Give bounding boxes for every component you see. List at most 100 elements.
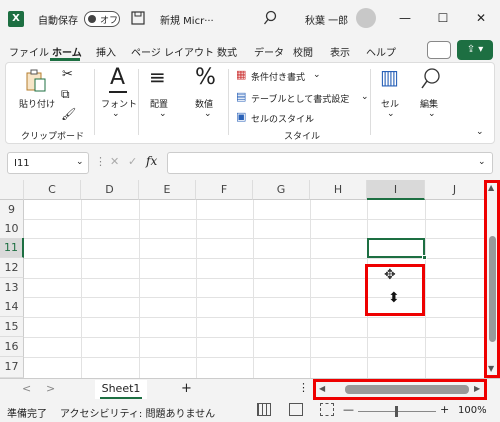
tab-formulas[interactable]: 数式 xyxy=(217,44,237,59)
conditional-format-icon[interactable]: ▦ xyxy=(236,68,246,81)
search-edit-icon[interactable] xyxy=(420,67,442,91)
row-header[interactable]: 17 xyxy=(0,357,24,378)
minimize-button[interactable]: — xyxy=(394,8,416,28)
clipboard-group-label: クリップボード xyxy=(21,132,85,142)
fill-handle-icon: ⬍ xyxy=(388,290,400,306)
close-button[interactable]: ✕ xyxy=(470,8,492,28)
tab-page-layout[interactable]: ページ レイアウト xyxy=(131,44,214,59)
font-icon[interactable]: A xyxy=(110,65,125,90)
add-sheet-button[interactable]: + xyxy=(181,381,192,396)
excel-icon: X xyxy=(8,11,24,27)
name-box[interactable]: I11 ⌄ xyxy=(7,152,89,174)
cut-icon[interactable]: ✂ xyxy=(62,67,73,82)
name-box-value: I11 xyxy=(14,158,30,169)
row-header[interactable]: 12 xyxy=(0,258,24,278)
autosave-toggle[interactable]: オフ xyxy=(84,11,120,27)
row-header[interactable]: 10 xyxy=(0,219,24,239)
chevron-down-icon[interactable]: ⌄ xyxy=(76,157,84,167)
zoom-in-button[interactable]: + xyxy=(440,403,449,416)
gridline xyxy=(24,357,485,358)
collapse-ribbon-icon[interactable]: ⌄ xyxy=(476,127,484,137)
font-color-bar xyxy=(109,91,127,93)
active-sheet-indicator xyxy=(100,397,142,399)
tab-review[interactable]: 校閲 xyxy=(293,44,313,59)
column-header[interactable]: C xyxy=(24,180,81,200)
tab-view[interactable]: 表示 xyxy=(330,44,350,59)
font-chevron-icon[interactable]: ⌄ xyxy=(112,109,120,119)
select-all-corner[interactable] xyxy=(0,180,24,200)
alignment-chevron-icon[interactable]: ⌄ xyxy=(159,109,167,119)
selected-cell[interactable] xyxy=(367,238,425,258)
chevron-down-icon[interactable]: ⌄ xyxy=(305,112,313,122)
edit-chevron-icon[interactable]: ⌄ xyxy=(428,109,436,119)
zoom-level[interactable]: 100% xyxy=(458,405,487,416)
normal-view-icon[interactable] xyxy=(257,403,271,416)
prev-sheet-button[interactable]: < xyxy=(22,382,31,395)
column-header-selected[interactable]: I xyxy=(367,180,425,200)
tab-data[interactable]: データ xyxy=(254,44,284,59)
status-ready: 準備完了 xyxy=(7,409,47,420)
tab-file[interactable]: ファイル xyxy=(9,44,49,59)
paste-icon[interactable] xyxy=(25,69,47,93)
cell-style-icon[interactable]: ▣ xyxy=(236,110,246,123)
avatar[interactable] xyxy=(356,8,376,28)
zoom-out-button[interactable]: — xyxy=(343,403,354,416)
user-name[interactable]: 秋葉 一郎 xyxy=(305,12,348,27)
gridline xyxy=(310,200,311,378)
share-icon[interactable]: ⇪ ▾ xyxy=(457,40,493,60)
conditional-format-button[interactable]: 条件付き書式 xyxy=(251,70,305,83)
column-header[interactable]: J xyxy=(425,180,485,200)
accessibility-status[interactable]: アクセシビリティ: 問題ありません xyxy=(60,405,215,420)
chevron-down-icon[interactable]: ⌄ xyxy=(313,70,321,80)
chevron-down-icon[interactable]: ⌄ xyxy=(361,92,369,102)
number-chevron-icon[interactable]: ⌄ xyxy=(204,109,212,119)
save-icon[interactable] xyxy=(131,11,145,25)
column-header[interactable]: E xyxy=(139,180,196,200)
copy-icon[interactable]: ⧉ xyxy=(61,87,70,102)
more-icon: ⋮ xyxy=(95,155,106,168)
separator xyxy=(138,69,139,135)
cells-icon[interactable]: ▥ xyxy=(380,65,399,89)
column-header[interactable]: G xyxy=(253,180,310,200)
row-header[interactable]: 14 xyxy=(0,297,24,317)
row-header[interactable]: 15 xyxy=(0,317,24,337)
column-header[interactable]: D xyxy=(81,180,139,200)
document-title[interactable]: 新規 Micr··· xyxy=(160,12,214,27)
page-layout-view-icon[interactable] xyxy=(289,403,303,416)
column-header[interactable]: H xyxy=(310,180,367,200)
formula-input[interactable]: ⌄ xyxy=(167,152,493,174)
row-header[interactable]: 9 xyxy=(0,200,24,220)
gridline xyxy=(139,200,140,378)
row-header[interactable]: 13 xyxy=(0,278,24,298)
row-header-selected[interactable]: 11 xyxy=(0,238,24,258)
fill-handle[interactable] xyxy=(422,255,427,260)
zoom-slider-thumb[interactable] xyxy=(395,406,398,417)
worksheet-grid[interactable]: C D E F G H I J 9 10 11 12 13 14 15 16 1… xyxy=(0,180,500,378)
alignment-icon[interactable]: ≡ xyxy=(149,65,166,89)
styles-group-label: スタイル xyxy=(284,132,321,142)
tab-help[interactable]: ヘルプ xyxy=(366,44,396,59)
format-painter-icon[interactable]: 🖌 xyxy=(61,107,76,121)
percent-icon[interactable]: % xyxy=(195,65,216,90)
row-header[interactable]: 16 xyxy=(0,337,24,357)
fx-icon[interactable]: fx xyxy=(146,154,157,168)
active-tab-indicator xyxy=(50,58,80,61)
tab-insert[interactable]: 挿入 xyxy=(96,44,116,59)
expand-formula-icon[interactable]: ⌄ xyxy=(478,157,486,167)
search-icon[interactable] xyxy=(263,10,277,26)
format-as-table-button[interactable]: テーブルとして書式設定 xyxy=(251,92,349,105)
paste-label[interactable]: 貼り付け xyxy=(19,97,55,110)
cells-chevron-icon[interactable]: ⌄ xyxy=(387,109,395,119)
table-icon[interactable]: ▤ xyxy=(236,90,246,103)
next-sheet-button[interactable]: > xyxy=(46,382,55,395)
more-options-icon[interactable]: ⋮ xyxy=(298,381,309,394)
page-break-view-icon[interactable] xyxy=(320,403,334,416)
column-header[interactable]: F xyxy=(196,180,253,200)
maximize-button[interactable]: ☐ xyxy=(432,8,454,28)
menu-bar: ファイル ホーム 挿入 ページ レイアウト 数式 データ 校閲 表示 ヘルプ xyxy=(0,38,500,62)
cancel-icon[interactable]: ✕ xyxy=(110,155,119,168)
comment-icon[interactable] xyxy=(427,41,451,59)
gridline xyxy=(81,200,82,378)
tab-home[interactable]: ホーム xyxy=(52,44,82,59)
enter-icon[interactable]: ✓ xyxy=(128,155,137,168)
